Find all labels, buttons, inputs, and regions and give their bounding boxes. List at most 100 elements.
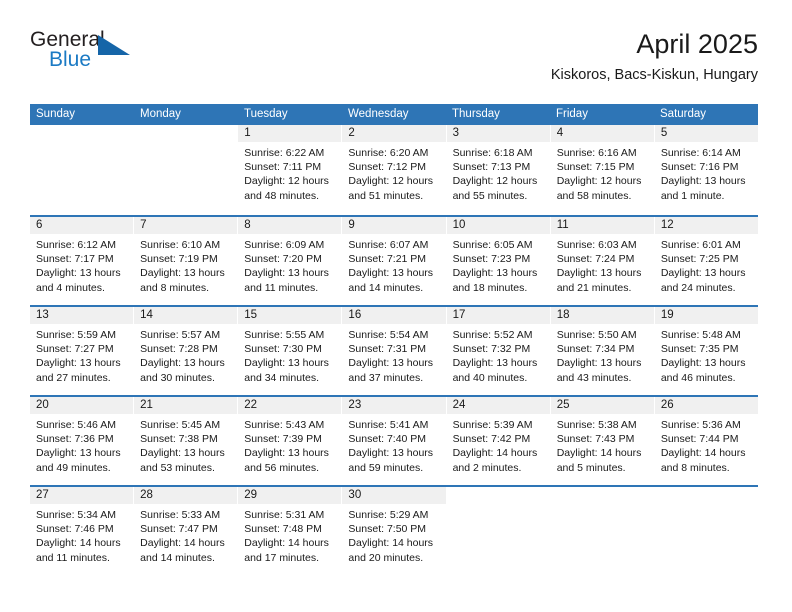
calendar-week-row: 6 Sunrise: 6:12 AM Sunset: 7:17 PM Daylight… [30, 215, 758, 305]
calendar-day-cell[interactable]: 3 Sunrise: 6:18 AM Sunset: 7:13 PM Daylight… [446, 125, 551, 215]
calendar-day-cell-empty [30, 125, 135, 215]
calendar-day-cell[interactable]: 6 Sunrise: 6:12 AM Sunset: 7:17 PM Daylight… [30, 217, 135, 305]
sunrise-time: Sunrise: 5:43 AM [244, 419, 325, 431]
sunrise-time: Sunrise: 5:46 AM [36, 419, 116, 431]
day-details: Sunrise: 5:50 AM Sunset: 7:34 PM Daylight:… [551, 324, 654, 385]
calendar-day-cell[interactable]: 20 Sunrise: 5:46 AM Sunset: 7:36 PM Dayligh… [30, 397, 135, 485]
sunrise-time: Sunrise: 6:16 AM [556, 147, 637, 159]
daylight-duration: and 49 minutes. [36, 461, 111, 474]
day-details: Sunrise: 5:43 AM Sunset: 7:39 PM Daylight:… [238, 414, 341, 475]
day-number: 18 [550, 307, 654, 324]
day-number [447, 487, 550, 504]
calendar-day-cell[interactable]: 10 Sunrise: 6:05 AM Sunset: 7:23 PM Dayligh… [446, 217, 551, 305]
sunset-time: Sunset: 7:32 PM [452, 343, 531, 356]
calendar-day-cell[interactable]: 2 Sunrise: 6:20 AM Sunset: 7:12 PM Daylight… [342, 125, 447, 215]
calendar-day-cell[interactable]: 16 Sunrise: 5:54 AM Sunset: 7:31 PM Dayligh… [342, 307, 447, 395]
weekday-header-wednesday: Wednesday [348, 108, 409, 120]
daylight-duration: and 4 minutes. [36, 281, 105, 294]
calendar-day-cell[interactable]: 25 Sunrise: 5:38 AM Sunset: 7:43 PM Dayligh… [550, 397, 655, 485]
sunrise-time: Sunrise: 6:14 AM [660, 147, 741, 159]
weekday-header-saturday: Saturday [660, 108, 707, 120]
daylight-duration: and 18 minutes. [452, 281, 528, 294]
calendar-day-cell[interactable]: 13 Sunrise: 5:59 AM Sunset: 7:27 PM Dayligh… [30, 307, 135, 395]
calendar-day-cell[interactable]: 24 Sunrise: 5:39 AM Sunset: 7:42 PM Dayligh… [446, 397, 551, 485]
daylight-duration: and 11 minutes. [36, 551, 110, 564]
sunrise-time: Sunrise: 5:55 AM [244, 329, 325, 341]
calendar-day-cell[interactable]: 27 Sunrise: 5:34 AM Sunset: 7:46 PM Dayligh… [30, 487, 135, 575]
calendar-day-cell[interactable]: 1 Sunrise: 6:22 AM Sunset: 7:11 PM Daylight… [238, 125, 343, 215]
calendar-day-cell[interactable]: 8 Sunrise: 6:09 AM Sunset: 7:20 PM Daylight… [238, 217, 343, 305]
daylight-duration: Daylight: 13 hours [140, 267, 225, 280]
daylight-duration: and 34 minutes. [244, 371, 319, 384]
calendar-day-cell[interactable]: 5 Sunrise: 6:14 AM Sunset: 7:16 PM Daylight… [654, 125, 758, 215]
calendar-day-cell[interactable]: 14 Sunrise: 5:57 AM Sunset: 7:28 PM Dayligh… [134, 307, 239, 395]
sunrise-time: Sunrise: 5:29 AM [348, 509, 429, 521]
sunrise-time: Sunrise: 5:57 AM [140, 329, 221, 341]
sunrise-time: Sunrise: 5:31 AM [244, 509, 325, 521]
weekday-header-row: Sunday Monday Tuesday Wednesday Thursday Frid… [30, 104, 758, 125]
weekday-header-friday: Friday [556, 108, 588, 120]
sunrise-time: Sunrise: 5:52 AM [452, 329, 533, 341]
page-subtitle: Kiskoros, Bacs-Kiskun, Hungary [550, 67, 758, 83]
sunset-time: Sunset: 7:19 PM [140, 253, 218, 266]
day-number: 9 [342, 217, 446, 234]
calendar-day-cell[interactable]: 21 Sunrise: 5:45 AM Sunset: 7:38 PM Dayligh… [134, 397, 239, 485]
daylight-duration: and 5 minutes. [556, 461, 626, 474]
page-title: April 2025 [636, 29, 758, 59]
calendar-day-cell[interactable]: 22 Sunrise: 5:43 AM Sunset: 7:39 PM Dayligh… [238, 397, 343, 485]
day-details: Sunrise: 6:20 AM Sunset: 7:12 PM Daylight:… [342, 142, 445, 203]
day-details: Sunrise: 5:41 AM Sunset: 7:40 PM Daylight:… [342, 414, 445, 475]
calendar-day-cell[interactable]: 28 Sunrise: 5:33 AM Sunset: 7:47 PM Dayligh… [134, 487, 239, 575]
day-number: 19 [654, 307, 758, 324]
calendar-day-cell[interactable]: 4 Sunrise: 6:16 AM Sunset: 7:15 PM Daylight… [550, 125, 655, 215]
calendar-day-cell[interactable]: 7 Sunrise: 6:10 AM Sunset: 7:19 PM Daylight… [134, 217, 239, 305]
sunrise-time: Sunrise: 5:45 AM [140, 419, 221, 431]
calendar-day-cell[interactable]: 15 Sunrise: 5:55 AM Sunset: 7:30 PM Dayligh… [238, 307, 343, 395]
day-number: 23 [342, 397, 446, 414]
day-details: Sunrise: 5:45 AM Sunset: 7:38 PM Daylight:… [134, 414, 237, 475]
day-details: Sunrise: 5:29 AM Sunset: 7:50 PM Daylight:… [342, 504, 445, 565]
sunset-time: Sunset: 7:42 PM [452, 433, 531, 446]
sunset-time: Sunset: 7:36 PM [36, 433, 114, 446]
calendar-day-cell[interactable]: 18 Sunrise: 5:50 AM Sunset: 7:34 PM Dayligh… [550, 307, 655, 395]
daylight-duration: and 1 minute. [660, 189, 725, 202]
calendar-day-cell[interactable]: 12 Sunrise: 6:01 AM Sunset: 7:25 PM Dayligh… [654, 217, 758, 305]
day-details: Sunrise: 6:07 AM Sunset: 7:21 PM Daylight:… [342, 234, 445, 295]
calendar-day-cell[interactable]: 30 Sunrise: 5:29 AM Sunset: 7:50 PM Dayligh… [342, 487, 447, 575]
day-details: Sunrise: 5:52 AM Sunset: 7:32 PM Daylight:… [447, 324, 550, 385]
daylight-duration: Daylight: 13 hours [660, 175, 746, 188]
calendar-day-cell[interactable]: 29 Sunrise: 5:31 AM Sunset: 7:48 PM Dayligh… [238, 487, 343, 575]
daylight-duration: and 17 minutes. [244, 551, 319, 564]
daylight-duration: Daylight: 13 hours [660, 357, 746, 370]
day-details: Sunrise: 6:22 AM Sunset: 7:11 PM Daylight:… [238, 142, 341, 203]
daylight-duration: Daylight: 13 hours [348, 267, 434, 280]
day-details: Sunrise: 6:03 AM Sunset: 7:24 PM Daylight:… [551, 234, 654, 295]
day-details: Sunrise: 5:54 AM Sunset: 7:31 PM Daylight:… [342, 324, 445, 385]
day-details: Sunrise: 6:10 AM Sunset: 7:19 PM Daylight:… [134, 234, 237, 295]
calendar-day-cell[interactable]: 11 Sunrise: 6:03 AM Sunset: 7:24 PM Dayligh… [550, 217, 655, 305]
sunset-time: Sunset: 7:17 PM [36, 253, 114, 266]
sunset-time: Sunset: 7:46 PM [36, 523, 114, 536]
calendar-day-cell[interactable]: 26 Sunrise: 5:36 AM Sunset: 7:44 PM Dayligh… [654, 397, 758, 485]
sunrise-time: Sunrise: 5:48 AM [660, 329, 741, 341]
calendar-day-cell-empty [550, 487, 655, 575]
calendar-weeks: 1 Sunrise: 6:22 AM Sunset: 7:11 PM Daylight… [30, 125, 758, 575]
day-number: 25 [550, 397, 654, 414]
calendar-day-cell[interactable]: 17 Sunrise: 5:52 AM Sunset: 7:32 PM Dayligh… [446, 307, 551, 395]
sunset-time: Sunset: 7:44 PM [660, 433, 739, 446]
calendar-day-cell-empty [654, 487, 758, 575]
sunrise-time: Sunrise: 5:38 AM [556, 419, 637, 431]
sunrise-time: Sunrise: 5:36 AM [660, 419, 741, 431]
day-details: Sunrise: 5:33 AM Sunset: 7:47 PM Daylight:… [134, 504, 237, 565]
day-details: Sunrise: 5:59 AM Sunset: 7:27 PM Daylight:… [30, 324, 133, 385]
calendar-day-cell[interactable]: 19 Sunrise: 5:48 AM Sunset: 7:35 PM Dayligh… [654, 307, 758, 395]
daylight-duration: Daylight: 14 hours [348, 537, 434, 550]
sunset-time: Sunset: 7:38 PM [140, 433, 218, 446]
day-number: 6 [30, 217, 134, 234]
daylight-duration: Daylight: 13 hours [140, 447, 225, 460]
calendar-day-cell[interactable]: 23 Sunrise: 5:41 AM Sunset: 7:40 PM Dayligh… [342, 397, 447, 485]
calendar-day-cell[interactable]: 9 Sunrise: 6:07 AM Sunset: 7:21 PM Daylight… [342, 217, 447, 305]
day-number: 11 [550, 217, 654, 234]
sunset-time: Sunset: 7:43 PM [556, 433, 635, 446]
day-details: Sunrise: 6:14 AM Sunset: 7:16 PM Daylight:… [655, 142, 758, 203]
